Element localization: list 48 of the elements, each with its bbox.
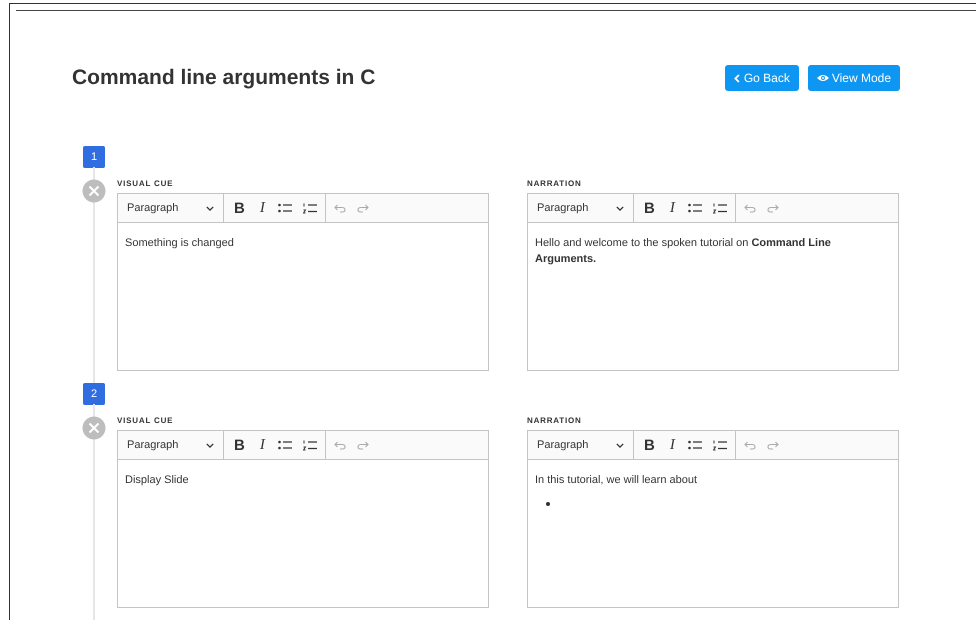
remove-icon[interactable] xyxy=(82,179,106,203)
chevron-down-icon xyxy=(206,442,214,448)
bulleted-list-icon[interactable] xyxy=(278,440,292,450)
remove-icon[interactable] xyxy=(82,416,106,440)
editor-text: Something is changed xyxy=(125,236,235,251)
undo-icon[interactable] xyxy=(334,204,346,212)
numbered-list-icon[interactable] xyxy=(302,202,317,214)
field-label: NARRATION xyxy=(527,416,583,427)
undo-icon[interactable] xyxy=(334,440,346,450)
chevron-left-icon xyxy=(734,74,741,82)
numbered-list-icon[interactable] xyxy=(712,440,727,450)
italic-button[interactable]: I xyxy=(258,436,267,454)
page-title: Command line arguments in C xyxy=(72,66,376,90)
bold-button[interactable]: B xyxy=(642,200,657,216)
bold-button[interactable]: B xyxy=(232,436,247,454)
bullet-point xyxy=(546,502,550,506)
bulleted-list-icon[interactable] xyxy=(278,203,292,213)
field-label: VISUAL CUE xyxy=(117,179,174,190)
field-label: VISUAL CUE xyxy=(117,416,174,427)
numbered-list-icon[interactable] xyxy=(302,440,317,450)
format-dropdown[interactable]: Paragraph xyxy=(528,431,634,459)
numbered-list-icon[interactable] xyxy=(712,202,727,214)
bulleted-list-icon[interactable] xyxy=(688,203,702,213)
redo-icon[interactable] xyxy=(766,204,779,212)
redo-icon[interactable] xyxy=(766,440,779,450)
italic-button[interactable]: I xyxy=(668,200,677,216)
redo-icon[interactable] xyxy=(356,204,369,212)
italic-button[interactable]: I xyxy=(668,436,677,454)
format-dropdown[interactable]: Paragraph xyxy=(118,431,224,459)
chevron-down-icon xyxy=(616,206,624,210)
format-dropdown[interactable]: Paragraph xyxy=(528,194,634,222)
editor-text: Hello and welcome to the spoken tutorial on Command Line Arguments. xyxy=(535,236,832,267)
format-dropdown[interactable]: Paragraph xyxy=(118,194,224,222)
bold-button[interactable]: B xyxy=(232,200,247,216)
step-number: 1 xyxy=(83,146,105,168)
step-number: 2 xyxy=(83,383,105,405)
bold-button[interactable]: B xyxy=(642,436,657,454)
editor-text: In this tutorial, we will learn about xyxy=(535,473,698,488)
undo-icon[interactable] xyxy=(744,204,756,212)
bulleted-list-icon[interactable] xyxy=(688,440,702,450)
redo-icon[interactable] xyxy=(356,440,369,450)
chevron-down-icon xyxy=(206,206,214,210)
undo-icon[interactable] xyxy=(744,440,756,450)
eye-icon xyxy=(816,74,829,82)
field-label: NARRATION xyxy=(527,179,583,190)
italic-button[interactable]: I xyxy=(258,200,267,216)
editor-text: Display Slide xyxy=(125,473,190,488)
chevron-down-icon xyxy=(616,442,624,448)
